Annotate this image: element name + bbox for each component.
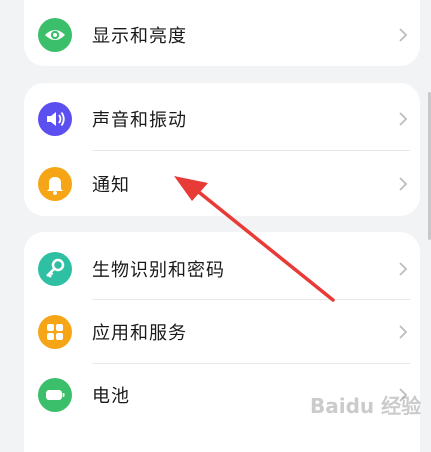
watermark: Baidu 经验 xyxy=(310,394,422,418)
annotation-arrow xyxy=(174,176,335,302)
